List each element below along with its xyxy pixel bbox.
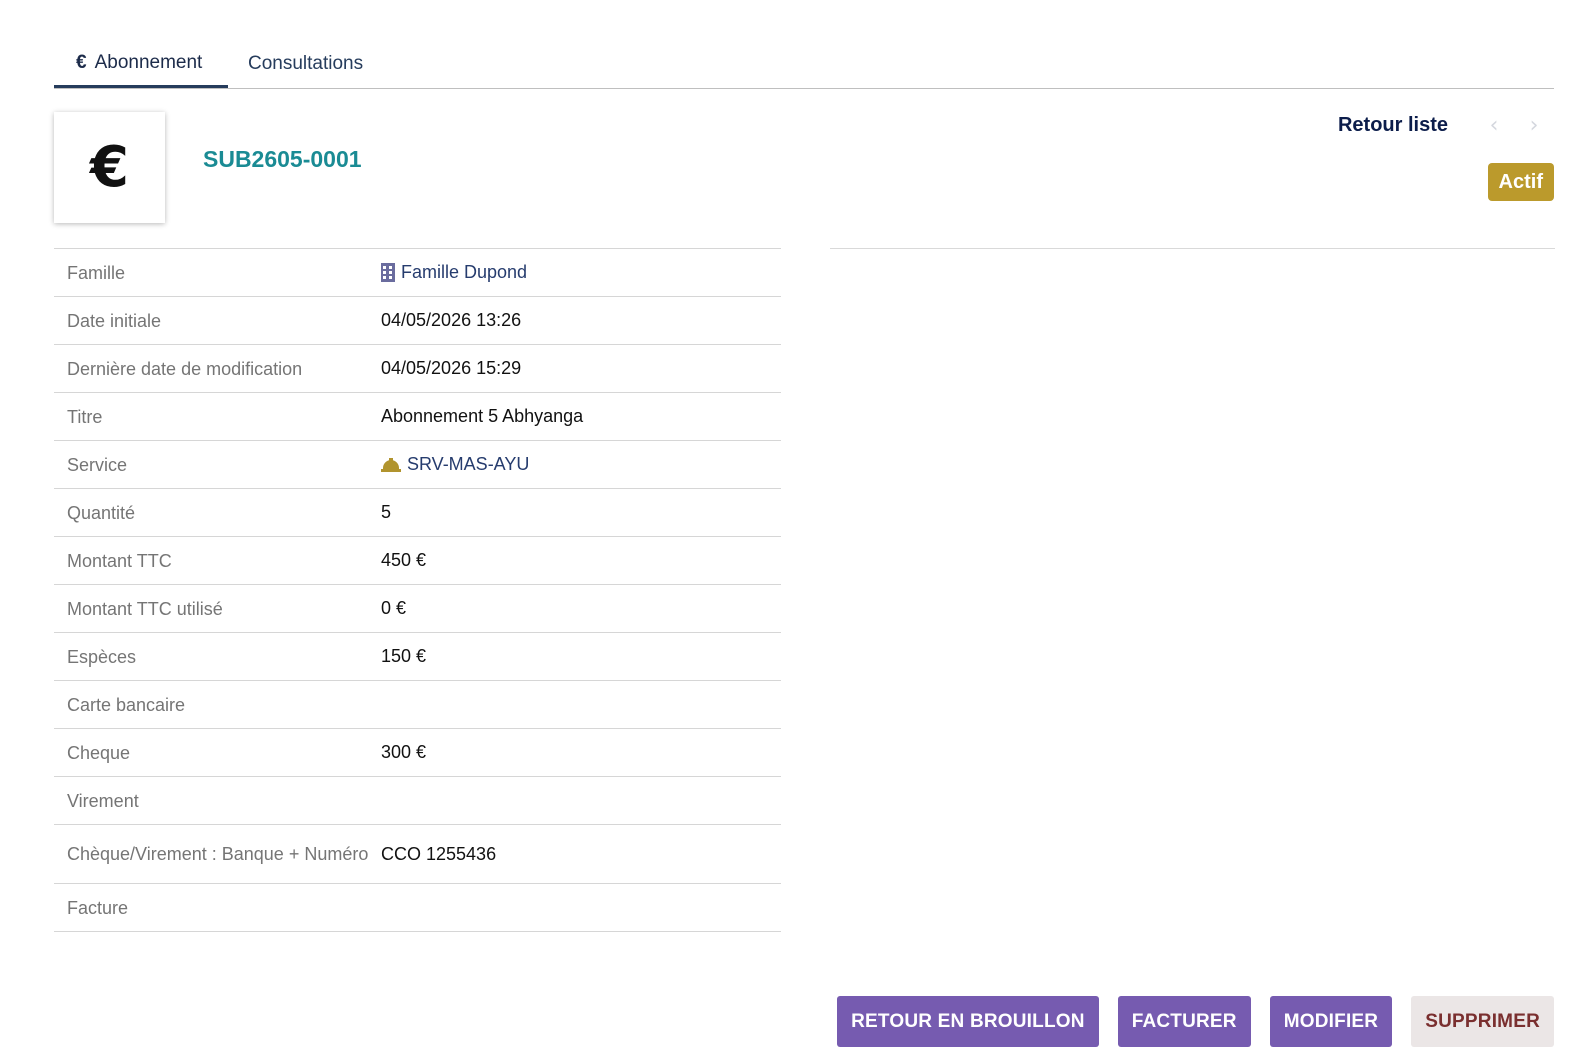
tab-consultations[interactable]: Consultations <box>240 40 380 88</box>
table-row: Facture <box>54 884 781 932</box>
back-to-draft-button[interactable]: RETOUR EN BROUILLON <box>837 996 1099 1047</box>
field-label: Montant TTC utilisé <box>67 598 223 619</box>
table-row: Titre Abonnement 5 Abhyanga <box>54 393 781 441</box>
field-label: Carte bancaire <box>67 694 186 715</box>
table-row: Date initiale 04/05/2026 13:26 <box>54 297 781 345</box>
delete-button[interactable]: SUPPRIMER <box>1411 996 1554 1047</box>
building-icon <box>381 263 395 282</box>
field-label: Virement <box>67 790 139 811</box>
divider <box>830 248 1555 249</box>
edit-button[interactable]: MODIFIER <box>1269 996 1393 1047</box>
service-link[interactable]: SRV-MAS-AYU <box>407 454 529 475</box>
table-row: Service SRV-MAS-AYU <box>54 441 781 489</box>
table-row: Espèces 150 € <box>54 633 781 681</box>
field-label: Cheque <box>67 742 131 763</box>
table-row: Cheque 300 € <box>54 729 781 777</box>
action-bar: RETOUR EN BROUILLON FACTURER MODIFIER SU… <box>837 996 1554 1047</box>
field-label: Quantité <box>67 502 136 523</box>
field-value: 5 <box>381 502 392 522</box>
field-label: Montant TTC <box>67 550 172 571</box>
family-link[interactable]: Famille Dupond <box>401 262 527 283</box>
field-value: 04/05/2026 15:29 <box>381 358 522 378</box>
tab-consultations-label: Consultations <box>248 53 364 74</box>
field-label: Facture <box>67 897 129 918</box>
field-value: 04/05/2026 13:26 <box>381 310 522 330</box>
field-label: Service <box>67 454 128 475</box>
field-value: Abonnement 5 Abhyanga <box>381 406 584 426</box>
field-value: 450 € <box>381 550 427 570</box>
field-label: Famille <box>67 262 126 283</box>
record-navigation: Retour liste ‹ › <box>1338 112 1554 138</box>
tab-abonnement[interactable]: € Abonnement <box>54 40 228 88</box>
field-label: Espèces <box>67 646 137 667</box>
table-row: Montant TTC 450 € <box>54 537 781 585</box>
field-label: Dernière date de modification <box>67 358 303 379</box>
euro-icon: € <box>90 135 129 200</box>
table-row: Virement <box>54 777 781 825</box>
table-row: Quantité 5 <box>54 489 781 537</box>
invoice-button[interactable]: FACTURER <box>1117 996 1251 1047</box>
status-badge: Actif <box>1487 163 1554 201</box>
tab-bar: € Abonnement Consultations <box>54 40 1554 89</box>
field-label: Chèque/Virement : Banque + Numéro <box>67 844 369 864</box>
table-row: Dernière date de modification 04/05/2026… <box>54 345 781 393</box>
subscription-reference: SUB2605-0001 <box>203 146 362 172</box>
table-row: Montant TTC utilisé 0 € <box>54 585 781 633</box>
field-value: 0 € <box>381 598 407 618</box>
field-value: CCO 1255436 <box>381 843 497 864</box>
tab-abonnement-label: Abonnement <box>94 51 203 73</box>
chevron-right-icon[interactable]: › <box>1514 113 1554 138</box>
field-value: SRV-MAS-AYU <box>381 454 781 475</box>
euro-icon: € <box>76 51 87 73</box>
field-label: Date initiale <box>67 310 162 331</box>
object-logo: € <box>54 112 165 223</box>
table-row: Famille Famille Dupond <box>54 249 781 297</box>
table-row: Carte bancaire <box>54 681 781 729</box>
field-table: Famille Famille Dupond Date initiale 04/… <box>54 248 781 932</box>
table-row: Chèque/Virement : Banque + Numéro CCO 12… <box>54 825 781 884</box>
field-label: Titre <box>67 406 103 427</box>
field-value: 150 € <box>381 646 427 666</box>
chevron-left-icon[interactable]: ‹ <box>1474 113 1514 138</box>
service-bell-icon <box>381 457 401 472</box>
back-to-list-link[interactable]: Retour liste <box>1338 114 1448 137</box>
field-value: Famille Dupond <box>381 262 781 283</box>
field-value: 300 € <box>381 742 427 762</box>
